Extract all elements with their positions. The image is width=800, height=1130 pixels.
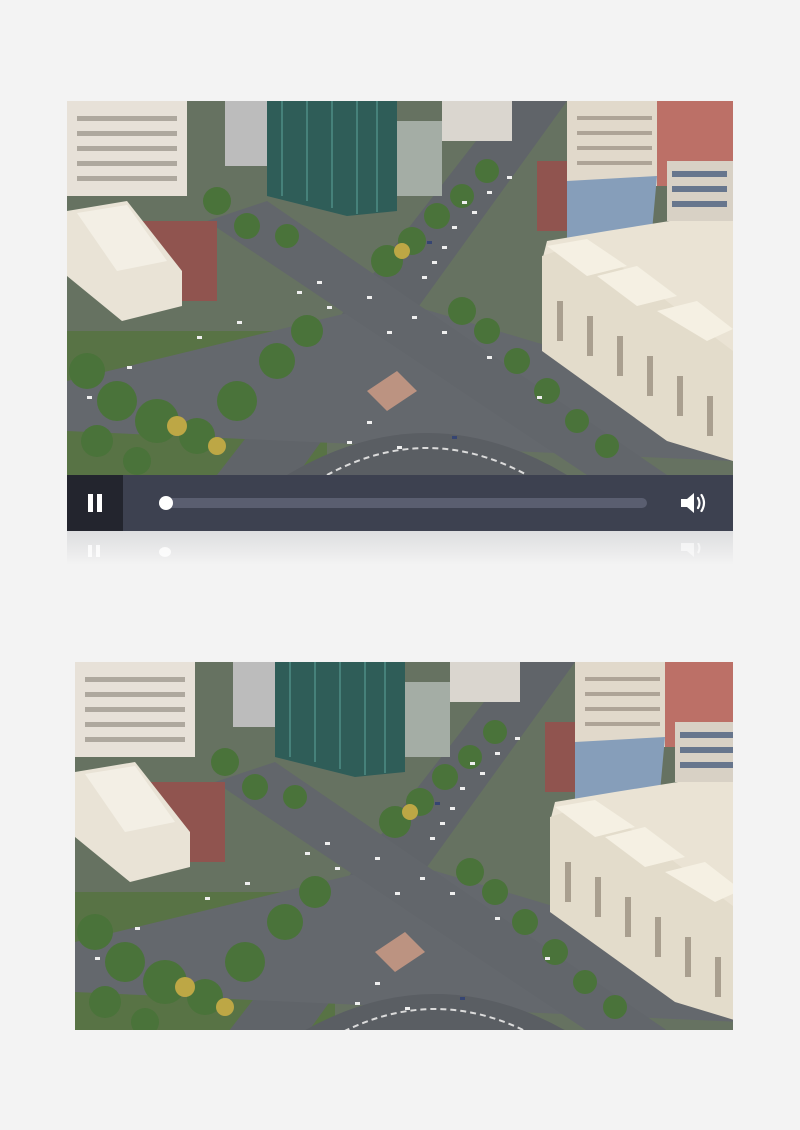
control-bar-reflection <box>67 531 733 565</box>
volume-button[interactable] <box>679 489 709 517</box>
video-control-bar <box>67 475 733 531</box>
progress-thumb[interactable] <box>159 496 173 510</box>
progress-bar[interactable] <box>159 496 647 510</box>
video-frame[interactable] <box>67 101 733 475</box>
volume-icon-reflection <box>681 543 701 557</box>
video-frame-preview[interactable] <box>67 656 733 1030</box>
pause-button[interactable] <box>67 475 123 531</box>
volume-icon <box>681 493 706 513</box>
aerial-city-image <box>67 101 733 475</box>
pause-icon <box>86 494 104 512</box>
aerial-city-image <box>74 661 733 1030</box>
